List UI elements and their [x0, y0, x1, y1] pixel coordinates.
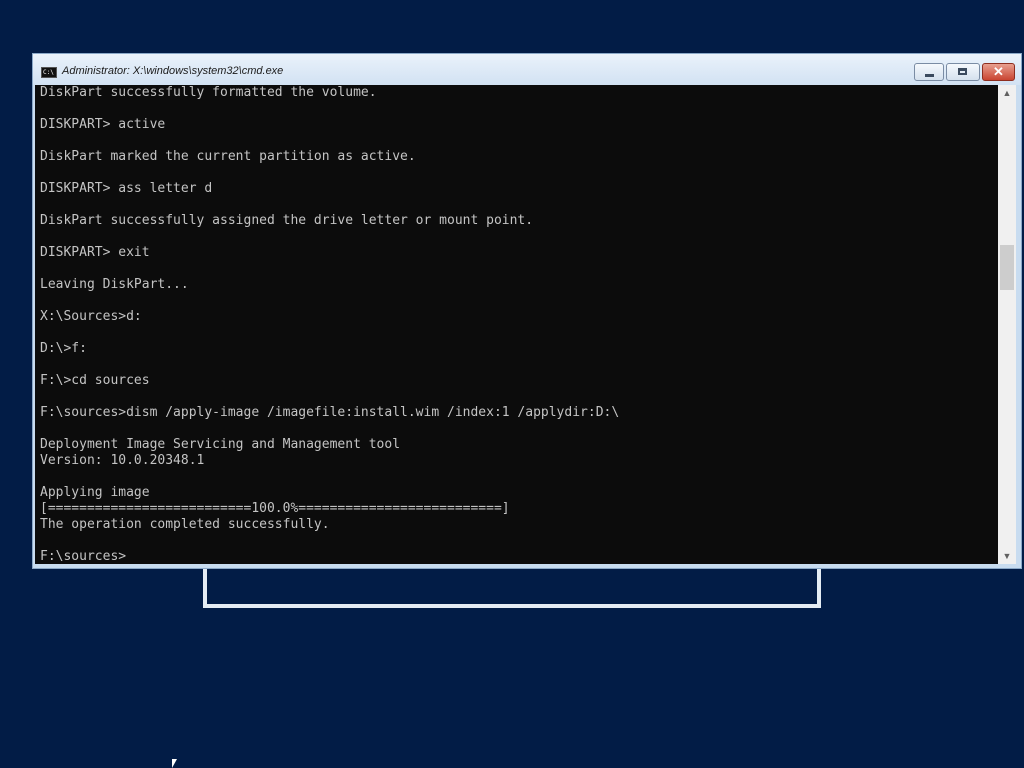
console-line: Deployment Image Servicing and Managemen…: [40, 437, 401, 452]
scrollbar-thumb[interactable]: [1000, 245, 1014, 290]
vertical-scrollbar[interactable]: ▲ ▼: [998, 85, 1016, 564]
console-line: DISKPART> ass letter d: [40, 181, 213, 196]
console-line: D:\>f:: [40, 341, 87, 356]
console-line: F:\sources>: [40, 549, 127, 564]
console-line: Leaving DiskPart...: [40, 277, 189, 292]
mouse-pointer-icon: [172, 759, 182, 768]
maximize-button[interactable]: [946, 63, 980, 81]
console-line: F:\sources>dism /apply-image /imagefile:…: [40, 405, 620, 420]
console-line: The operation completed successfully.: [40, 517, 330, 532]
console-text: DiskPart successfully formatted the volu…: [35, 85, 998, 564]
console-line: DISKPART> active: [40, 117, 166, 132]
cmd-icon[interactable]: C:\: [41, 67, 57, 78]
console-line: DiskPart successfully formatted the volu…: [40, 85, 377, 100]
console-line: DiskPart marked the current partition as…: [40, 149, 416, 164]
maximize-icon: [958, 68, 967, 75]
console-line: F:\>cd sources: [40, 373, 150, 388]
console-line: Version: 10.0.20348.1: [40, 453, 205, 468]
minimize-button[interactable]: [914, 63, 944, 81]
scroll-down-icon[interactable]: ▼: [998, 548, 1016, 564]
console-line: Applying image: [40, 485, 150, 500]
console-line: DISKPART> exit: [40, 245, 150, 260]
console-line: [==========================100.0%=======…: [40, 501, 510, 516]
window-title: Administrator: X:\windows\system32\cmd.e…: [62, 65, 284, 77]
console-line: DiskPart successfully assigned the drive…: [40, 213, 534, 228]
scroll-up-icon[interactable]: ▲: [998, 85, 1016, 101]
minimize-icon: [925, 74, 934, 77]
close-button[interactable]: ✕: [982, 63, 1015, 81]
console-output[interactable]: DiskPart successfully formatted the volu…: [35, 85, 998, 564]
console-line: X:\Sources>d:: [40, 309, 142, 324]
cmd-window: C:\ Administrator: X:\windows\system32\c…: [32, 53, 1022, 569]
close-icon: ✕: [993, 64, 1004, 79]
title-bar[interactable]: C:\ Administrator: X:\windows\system32\c…: [33, 54, 1021, 85]
